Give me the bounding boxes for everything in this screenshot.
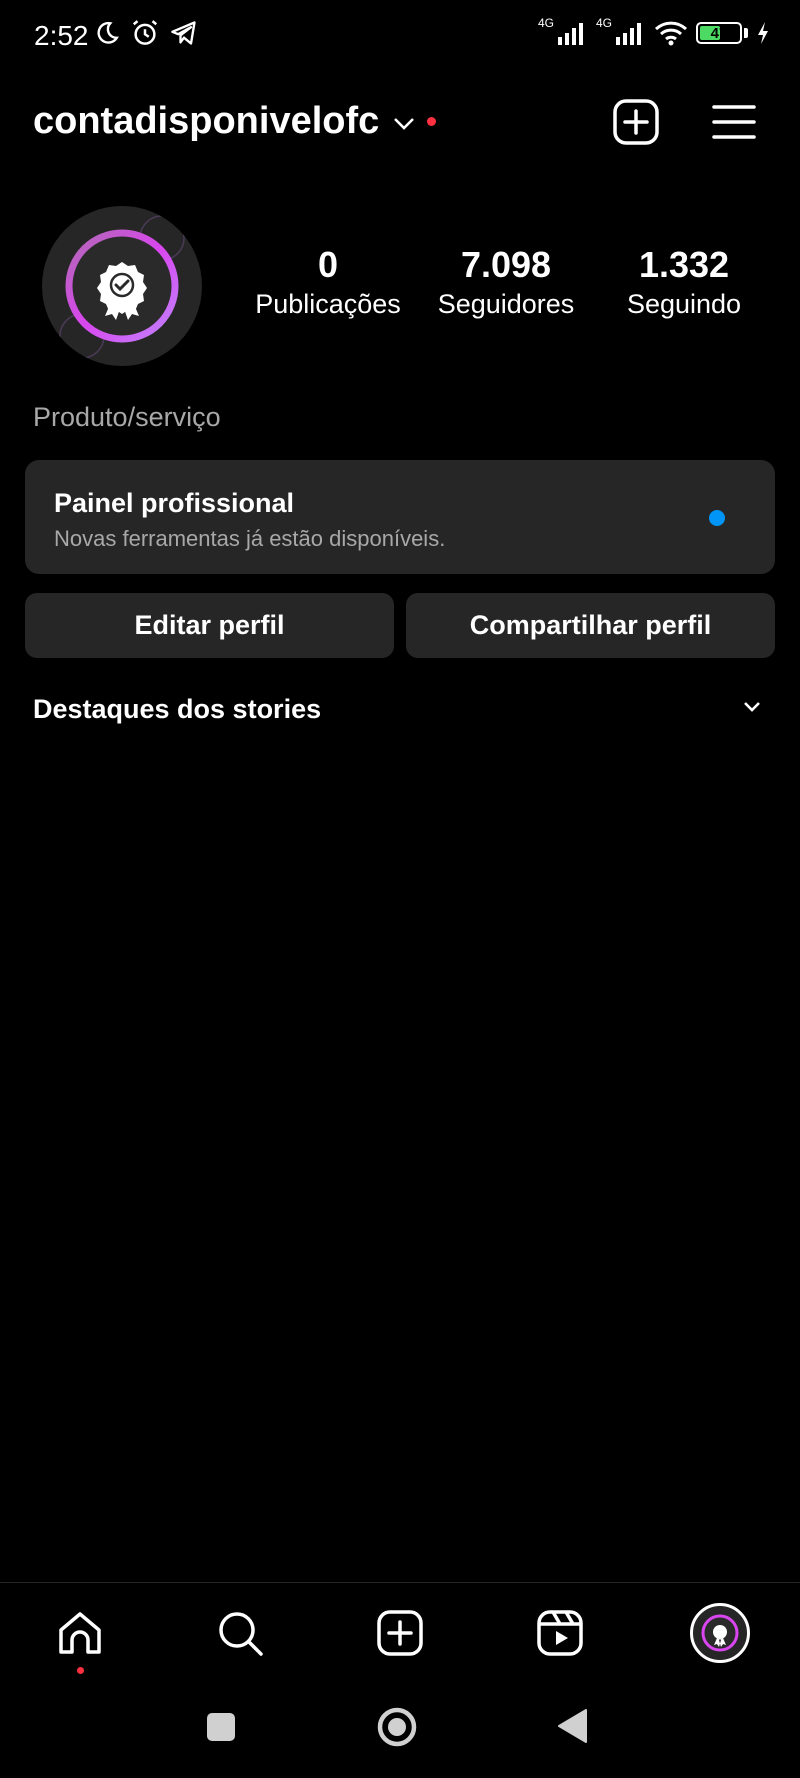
signal-icon <box>616 23 641 45</box>
profile-avatar-small <box>690 1603 750 1663</box>
panel-subtitle: Novas ferramentas já estão disponíveis. <box>54 526 446 551</box>
profile-category: Produto/serviço <box>33 402 221 432</box>
following-label: Seguindo <box>626 289 742 319</box>
nav-search[interactable] <box>212 1605 268 1661</box>
panel-title: Painel profissional <box>54 488 295 518</box>
charging-icon <box>758 22 768 44</box>
network-label-2: 4G <box>595 16 612 30</box>
username: contadisponivelofc <box>33 100 380 142</box>
menu-icon[interactable] <box>712 104 756 140</box>
chevron-down-icon <box>394 117 415 130</box>
following-count: 1.332 <box>638 244 730 285</box>
create-post-icon[interactable] <box>612 98 660 146</box>
edit-profile-button[interactable]: Editar perfil <box>25 593 394 658</box>
posts-count: 0 <box>317 244 339 285</box>
stat-following[interactable]: 1.332 Seguindo <box>604 244 764 322</box>
home-button-icon[interactable] <box>376 1706 418 1748</box>
status-icons-right: 4G 4G 47 <box>538 16 770 46</box>
new-indicator-dot <box>709 510 725 526</box>
create-icon <box>377 1610 423 1656</box>
battery-level: 47 <box>710 24 728 42</box>
nav-profile[interactable] <box>688 1601 752 1665</box>
search-icon <box>219 1612 263 1656</box>
avatar-image <box>59 215 185 359</box>
stat-posts[interactable]: 0 Publicações <box>248 244 408 322</box>
followers-label: Seguidores <box>437 289 575 319</box>
story-highlights-header[interactable]: Destaques dos stories <box>33 694 321 725</box>
chevron-down-icon[interactable] <box>742 700 762 714</box>
nav-home[interactable] <box>52 1605 108 1674</box>
status-bar: 2:52 4G 4G 47 <box>0 0 800 72</box>
avatar-image <box>701 1614 739 1652</box>
followers-count: 7.098 <box>460 244 552 285</box>
recent-apps-icon[interactable] <box>206 1712 236 1742</box>
telegram-icon <box>171 21 196 45</box>
system-nav-bar <box>0 1686 800 1778</box>
notification-dot <box>427 117 437 126</box>
nav-create[interactable] <box>372 1605 428 1661</box>
professional-dashboard-card[interactable]: Painel profissional Novas ferramentas já… <box>25 460 775 574</box>
network-label-1: 4G <box>537 16 554 30</box>
bottom-nav <box>0 1582 800 1687</box>
status-time: 2:52 <box>34 20 89 51</box>
battery-icon: 47 <box>696 22 742 44</box>
home-notification-dot <box>77 1667 84 1674</box>
status-icons-left <box>94 18 198 48</box>
account-switcher[interactable]: contadisponivelofc <box>33 100 437 143</box>
share-profile-button[interactable]: Compartilhar perfil <box>406 593 775 658</box>
back-icon[interactable] <box>556 1708 588 1744</box>
signal-icon <box>557 23 583 45</box>
reels-icon <box>537 1610 583 1656</box>
home-icon <box>59 1612 101 1654</box>
battery-tip <box>744 28 748 38</box>
stat-followers[interactable]: 7.098 Seguidores <box>426 244 586 322</box>
wifi-icon <box>654 21 688 46</box>
nav-reels[interactable] <box>532 1605 588 1661</box>
alarm-icon <box>132 20 158 45</box>
profile-avatar[interactable] <box>42 206 202 366</box>
moon-icon <box>97 21 119 44</box>
posts-label: Publicações <box>255 289 401 319</box>
